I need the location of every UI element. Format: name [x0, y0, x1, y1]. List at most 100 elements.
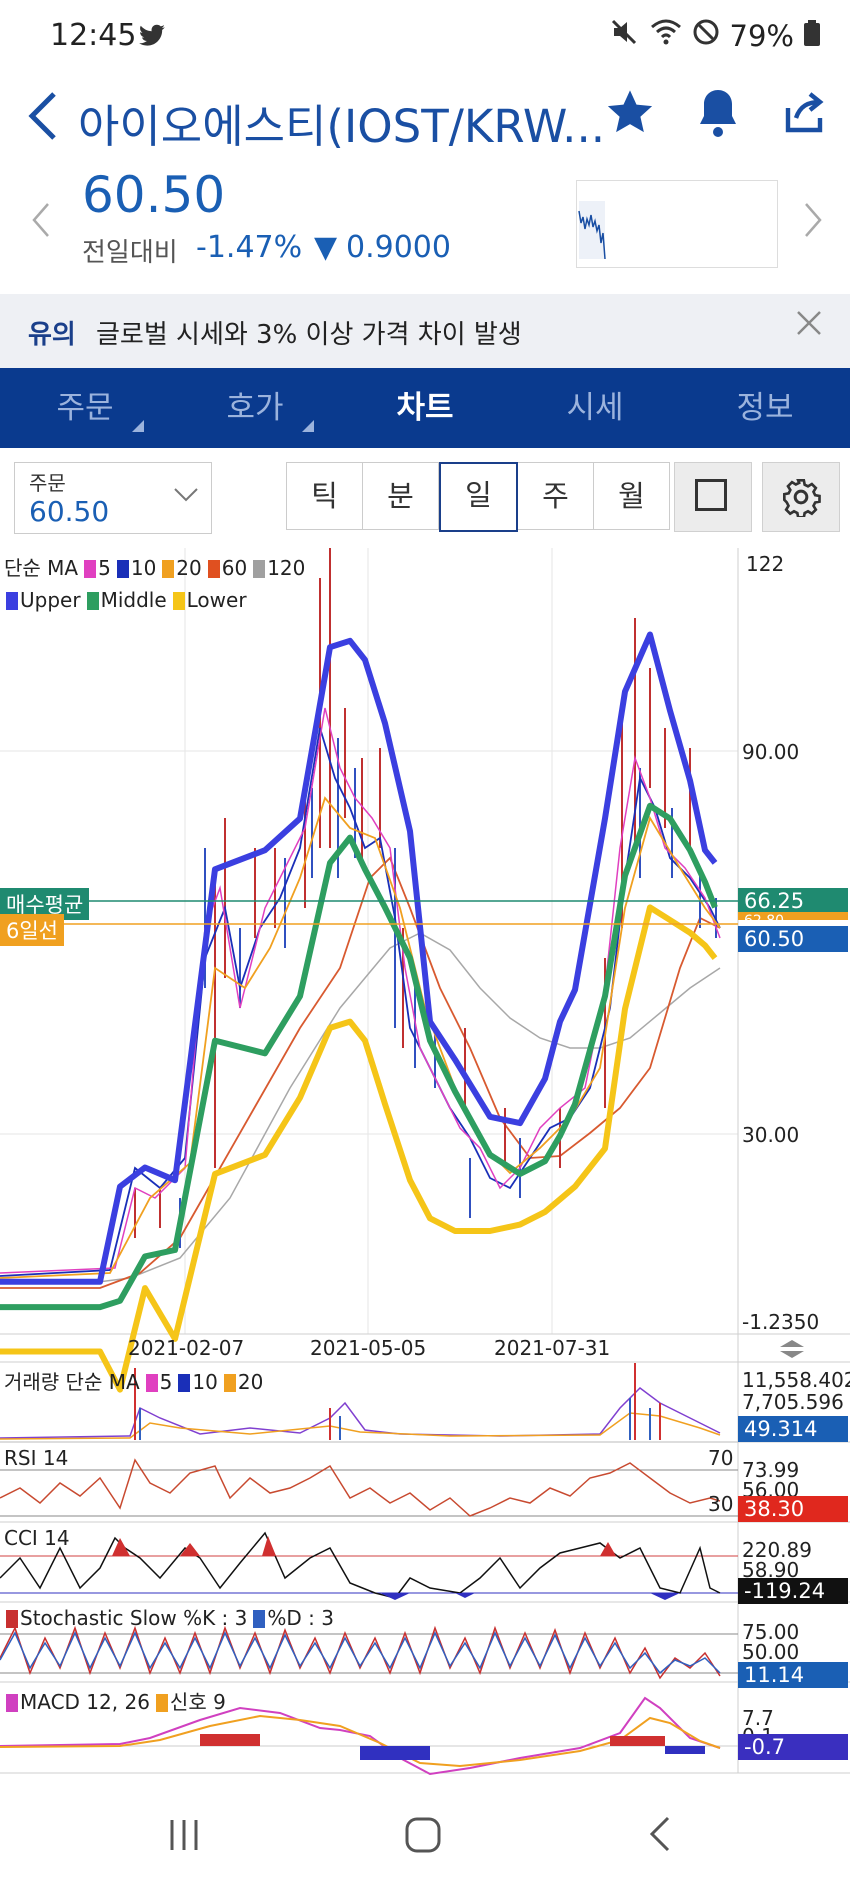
- ma-legend: 단순 MA 5 10 20 60 120: [4, 552, 305, 581]
- tab-order-label: 주문: [56, 390, 114, 426]
- change-amount: 0.9000: [346, 230, 451, 265]
- tab-orderbook[interactable]: 호가: [170, 368, 340, 448]
- rsi-level-low: 30: [708, 1492, 734, 1516]
- bell-icon[interactable]: [694, 86, 742, 142]
- upper-label: Upper: [20, 588, 81, 612]
- scroll-handle-icon[interactable]: [778, 1338, 806, 1364]
- tab-info[interactable]: 정보: [680, 368, 850, 448]
- current-price: 60.50: [82, 166, 226, 224]
- stochastic-legend: Stochastic Slow %K : 3 %D : 3: [0, 1606, 334, 1630]
- square-icon: [695, 479, 727, 511]
- hidden-price-tag: 62.80: [738, 912, 848, 920]
- dropdown-corner-icon: [132, 420, 144, 432]
- macd-y2: 0.1: [742, 1724, 774, 1734]
- ma6-tag: 6일선: [0, 914, 65, 946]
- main-tabs: 주문 호가 차트 시세 정보: [0, 368, 850, 448]
- settings-button[interactable]: [762, 462, 840, 532]
- tab-chart[interactable]: 차트: [340, 368, 510, 448]
- ma120-swatch: [253, 560, 266, 578]
- tab-quotes-label: 시세: [566, 390, 624, 426]
- vol5-label: 5: [159, 1370, 173, 1394]
- volume-y2: 7,705.596: [742, 1390, 844, 1414]
- ma5-label: 5: [98, 556, 111, 580]
- status-bar: 12:45 79%: [0, 0, 850, 76]
- volume-last: 49.314: [738, 1416, 848, 1442]
- down-triangle-icon: ▼: [314, 230, 338, 265]
- volume-y1: 11,558.402: [742, 1368, 850, 1392]
- upper-swatch: [6, 592, 18, 610]
- avg-buy-value: 66.25: [738, 888, 848, 914]
- period-day[interactable]: 일: [439, 462, 518, 532]
- ma120-label: 120: [267, 556, 306, 580]
- ma-legend-title: 단순 MA: [4, 556, 79, 580]
- no-disturb-icon: [692, 18, 720, 53]
- volume-legend: 거래량 단순 MA 5 10 20: [4, 1366, 263, 1395]
- tab-order[interactable]: 주문: [0, 368, 170, 448]
- fullscreen-button[interactable]: [674, 462, 752, 532]
- home-icon[interactable]: [404, 1816, 442, 1858]
- vol20-swatch: [223, 1374, 236, 1392]
- stoch-k-label: Stochastic Slow %K : 3: [20, 1606, 248, 1630]
- chart-area[interactable]: 단순 MA 5 10 20 60 120 Upper Middle Lower 122 90.…: [0, 548, 850, 1783]
- cci-label: CCI 14: [4, 1526, 70, 1550]
- gear-icon: [783, 479, 821, 517]
- bollinger-middle-line: [0, 802, 718, 1311]
- last-price-tag: 60.50: [738, 926, 848, 952]
- tab-info-label: 정보: [736, 390, 794, 426]
- bollinger-legend: Upper Middle Lower: [0, 588, 247, 612]
- x-label-2: 2021-05-05: [310, 1336, 427, 1360]
- macd-last: -0.7: [738, 1734, 848, 1760]
- cci-panel: [0, 1531, 738, 1600]
- y-label-90: 90.00: [742, 740, 800, 764]
- order-dropdown-value: 60.50: [29, 495, 110, 528]
- twitter-icon: [139, 24, 165, 46]
- status-icons: 79%: [610, 18, 820, 53]
- dropdown-corner-icon: [302, 420, 314, 432]
- stochastic-panel: [0, 1625, 738, 1680]
- macd-label: MACD 12, 26: [20, 1690, 150, 1714]
- close-icon[interactable]: [794, 306, 824, 347]
- middle-label: Middle: [100, 588, 167, 612]
- notice-banner: 유의 글로벌 시세와 3% 이상 가격 차이 발생: [0, 294, 850, 368]
- change-label: 전일대비: [82, 238, 178, 268]
- change-percent: -1.47%: [196, 230, 303, 265]
- price-summary: 60.50 전일대비 -1.47% ▼ 0.9000: [0, 160, 850, 280]
- chart-controls: 주문 60.50 틱 분 일 주 월: [0, 448, 850, 548]
- stoch-d-swatch: [253, 1610, 266, 1628]
- rsi-last: 38.30: [738, 1496, 848, 1522]
- period-tick[interactable]: 틱: [286, 462, 363, 530]
- next-coin-icon[interactable]: [802, 200, 824, 244]
- period-week[interactable]: 주: [518, 462, 594, 530]
- back-nav-icon[interactable]: [648, 1814, 672, 1858]
- period-selector: 틱 분 일 주 월: [286, 462, 670, 532]
- x-label-3: 2021-07-31: [494, 1336, 611, 1360]
- lower-swatch: [172, 592, 185, 610]
- cci-last: -119.24: [738, 1578, 848, 1604]
- chevron-down-icon: [173, 477, 199, 510]
- tab-chart-label: 차트: [396, 390, 454, 426]
- ma10-swatch: [116, 560, 129, 578]
- notice-message: 글로벌 시세와 3% 이상 가격 차이 발생: [96, 320, 522, 350]
- period-month[interactable]: 월: [594, 462, 670, 530]
- share-icon[interactable]: [780, 88, 828, 140]
- prev-coin-icon[interactable]: [30, 200, 52, 244]
- y-label-bottom: -1.2350: [742, 1310, 820, 1334]
- back-button[interactable]: [24, 88, 60, 153]
- order-dropdown[interactable]: 주문 60.50: [14, 462, 212, 534]
- chart-canvas: [0, 548, 850, 1776]
- favorite-star-icon[interactable]: [604, 86, 656, 142]
- mute-icon: [610, 18, 640, 53]
- period-minute[interactable]: 분: [363, 462, 439, 530]
- tab-quotes[interactable]: 시세: [510, 368, 680, 448]
- recent-apps-icon[interactable]: [166, 1818, 202, 1856]
- middle-swatch: [86, 592, 99, 610]
- y-label-30: 30.00: [742, 1123, 800, 1147]
- order-dropdown-label: 주문: [29, 471, 66, 495]
- system-nav-bar: [0, 1790, 850, 1889]
- rsi-panel: [0, 1458, 738, 1517]
- lower-label: Lower: [186, 588, 247, 612]
- macd-legend: MACD 12, 26 신호 9: [0, 1686, 226, 1715]
- volume-legend-title: 거래량 단순 MA: [4, 1370, 140, 1394]
- rsi-level-high: 70: [708, 1446, 734, 1470]
- ma20-swatch: [162, 560, 175, 578]
